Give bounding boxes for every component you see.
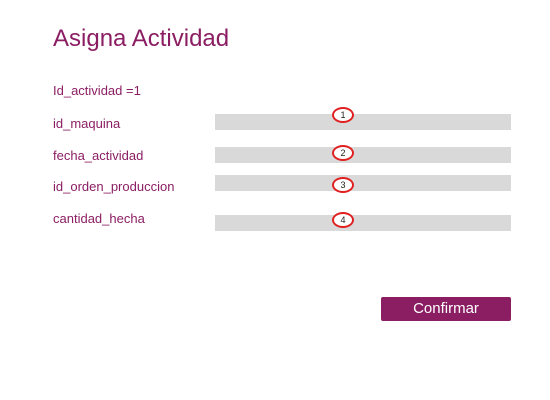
annotation-badge-2: 2 (332, 145, 354, 161)
asigna-actividad-form: Asigna Actividad Id_actividad =1 id_maqu… (0, 0, 550, 400)
page-title: Asigna Actividad (53, 25, 230, 52)
fecha-actividad-input[interactable] (215, 147, 511, 163)
id-actividad-label: Id_actividad =1 (53, 83, 141, 98)
id-orden-produccion-label: id_orden_produccion (53, 179, 175, 194)
cantidad-hecha-label: cantidad_hecha (53, 211, 145, 226)
id-maquina-input[interactable] (215, 114, 511, 130)
id-orden-produccion-input[interactable] (215, 175, 511, 191)
fecha-actividad-label: fecha_actividad (53, 148, 144, 163)
confirm-button[interactable]: Confirmar (381, 297, 511, 321)
annotation-badge-4: 4 (332, 212, 354, 228)
id-maquina-label: id_maquina (53, 116, 121, 131)
annotation-badge-3: 3 (332, 177, 354, 193)
annotation-badge-1: 1 (332, 107, 354, 123)
cantidad-hecha-input[interactable] (215, 215, 511, 231)
